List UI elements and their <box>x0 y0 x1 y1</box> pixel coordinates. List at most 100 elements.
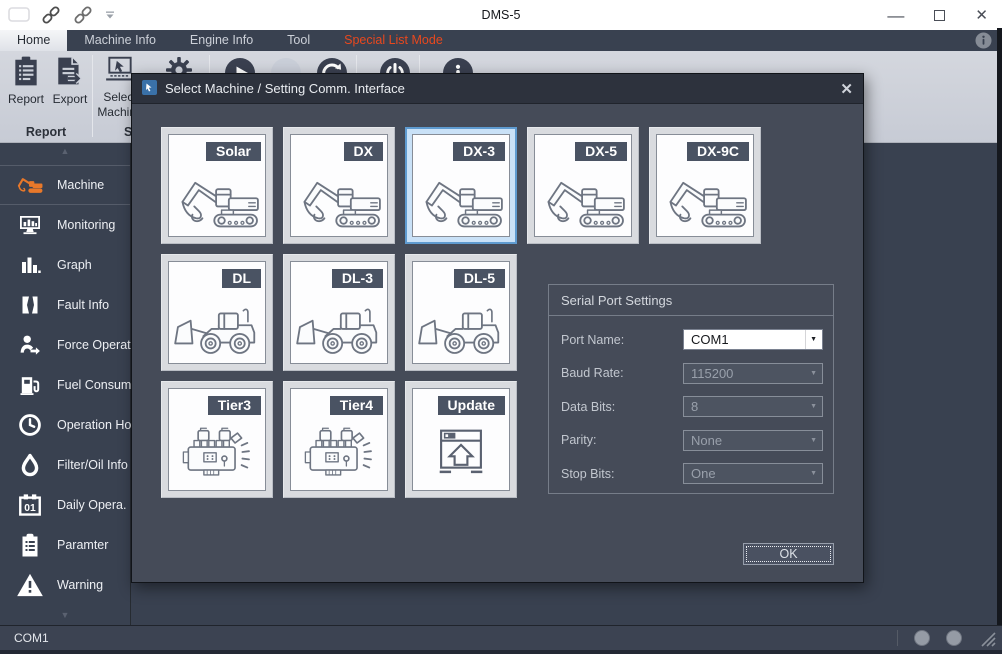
status-port-label: COM1 <box>14 631 49 645</box>
tab-machine-info[interactable]: Machine Info <box>67 30 173 51</box>
combo-value: None <box>691 433 722 448</box>
machine-tile-dl-5[interactable]: DL-5 <box>405 254 517 371</box>
tile-frame: Tier3 <box>168 388 266 491</box>
machine-tile-update[interactable]: Update <box>405 381 517 498</box>
dialog-title-bar[interactable]: Select Machine / Setting Comm. Interface… <box>132 74 863 104</box>
machine-tile-tier3[interactable]: Tier3 <box>161 381 273 498</box>
close-button[interactable]: ✕ <box>975 8 988 23</box>
fault-icon <box>13 293 47 317</box>
sidebar-item-label: Filter/Oil Info <box>57 458 128 472</box>
serial-fields: Port Name:COM1▼Baud Rate:115200▼Data Bit… <box>549 316 833 491</box>
svg-text:01: 01 <box>24 503 36 514</box>
machine-tile-dx[interactable]: DX <box>283 127 395 244</box>
sidebar-item-filter-oil-info[interactable]: Filter/Oil Info <box>0 445 130 485</box>
machine-tile-dx-9c[interactable]: DX-9C <box>649 127 761 244</box>
tile-frame: DX <box>290 134 388 237</box>
machine-tile-dx-5[interactable]: DX-5 <box>527 127 639 244</box>
monitoring-icon <box>13 213 47 237</box>
tile-frame: DL-3 <box>290 261 388 364</box>
export-button[interactable]: Export <box>48 55 92 105</box>
machine-tile-dl[interactable]: DL <box>161 254 273 371</box>
sidebar-scroll-down[interactable]: ▼ <box>0 607 130 623</box>
excavator-icon <box>171 171 263 231</box>
tile-frame: Tier4 <box>290 388 388 491</box>
sidebar-item-paramter[interactable]: Paramter <box>0 525 130 565</box>
parameter-icon <box>13 532 47 558</box>
maximize-button[interactable] <box>934 10 945 21</box>
tile-badge: DX-5 <box>575 142 627 161</box>
link-icon[interactable] <box>72 6 94 24</box>
force-operation-icon <box>13 333 47 357</box>
minimize-button[interactable]: — <box>887 7 904 24</box>
ribbon-tab-bar: HomeMachine InfoEngine InfoToolSpecial L… <box>0 30 997 51</box>
sidebar-item-fuel-consump[interactable]: Fuel Consump <box>0 365 130 405</box>
tile-frame: Update <box>412 388 510 491</box>
graph-icon <box>13 253 47 277</box>
tile-badge: DL-3 <box>332 269 383 288</box>
tab-engine-info[interactable]: Engine Info <box>173 30 270 51</box>
tile-frame: DX-3 <box>412 134 510 237</box>
sidebar-item-force-operatio[interactable]: Force Operatio <box>0 325 130 365</box>
field-label: Parity: <box>561 433 683 447</box>
tile-badge: DL-5 <box>454 269 505 288</box>
tab-tool[interactable]: Tool <box>270 30 327 51</box>
status-indicators <box>897 629 996 647</box>
combo-value: One <box>691 466 716 481</box>
machine-tile-tier4[interactable]: Tier4 <box>283 381 395 498</box>
report-button-label: Report <box>8 93 44 105</box>
sidebar-item-label: Fault Info <box>57 298 109 312</box>
report-button[interactable]: Report <box>4 55 48 105</box>
machine-tile-solar[interactable]: Solar <box>161 127 273 244</box>
tile-badge: Tier3 <box>208 396 261 415</box>
link-icon[interactable] <box>40 6 62 24</box>
customize-quick-access-icon[interactable] <box>104 9 116 21</box>
serial-field-row: Baud Rate:115200▼ <box>549 357 833 391</box>
status-separator <box>897 630 898 646</box>
parity-select: None ▼ <box>683 430 823 451</box>
tab-home[interactable]: Home <box>0 30 67 51</box>
sidebar-item-operation-hou[interactable]: Operation Hou <box>0 405 130 445</box>
dialog-close-icon[interactable]: ✕ <box>840 80 853 98</box>
filter-oil-icon <box>13 452 47 478</box>
tile-frame: Solar <box>168 134 266 237</box>
serial-field-row: Parity: None ▼ <box>549 424 833 458</box>
tab-special-list-mode[interactable]: Special List Mode <box>327 30 460 51</box>
tile-badge: Solar <box>206 142 261 161</box>
window-title: DMS-5 <box>0 8 1002 22</box>
sidebar-item-monitoring[interactable]: Monitoring <box>0 205 130 245</box>
sidebar-item-fault-info[interactable]: Fault Info <box>0 285 130 325</box>
engine-icon <box>298 424 380 480</box>
combo-value: 8 <box>691 399 698 414</box>
serial-field-row: Port Name:COM1▼ <box>549 323 833 357</box>
sidebar-item-label: Fuel Consump <box>57 378 138 392</box>
resize-grip[interactable] <box>978 629 996 647</box>
machine-tile-dx-3[interactable]: DX-3 <box>405 127 517 244</box>
tile-badge: DX <box>344 142 383 161</box>
chevron-down-icon: ▼ <box>806 431 822 450</box>
tile-badge: DL <box>222 269 261 288</box>
engine-icon <box>176 424 258 480</box>
combo-value: 115200 <box>691 366 733 381</box>
sidebar-item-graph[interactable]: Graph <box>0 245 130 285</box>
sidebar-item-machine[interactable]: Machine <box>0 165 130 205</box>
ok-button[interactable]: OK <box>743 543 834 565</box>
loader-icon <box>171 298 263 358</box>
sidebar-item-warning[interactable]: Warning <box>0 565 130 605</box>
serial-port-settings-panel: Serial Port Settings Port Name:COM1▼Baud… <box>548 284 834 494</box>
info-icon[interactable] <box>975 32 992 49</box>
excavator-icon <box>293 171 385 231</box>
sidebar-item-label: Operation Hou <box>57 418 138 432</box>
app-logo-icon <box>8 7 30 23</box>
port-name-select[interactable]: COM1▼ <box>683 329 823 350</box>
select-machine-dialog: Select Machine / Setting Comm. Interface… <box>131 73 864 583</box>
sidebar-item-label: Force Operatio <box>57 338 140 352</box>
sidebar-item-label: Warning <box>57 578 103 592</box>
serial-panel-title: Serial Port Settings <box>549 285 833 316</box>
baud-rate-select: 115200▼ <box>683 363 823 384</box>
sidebar-scroll-up[interactable]: ▲ <box>0 143 130 159</box>
window-edge <box>997 28 1002 625</box>
fuel-icon <box>13 373 47 397</box>
machine-tile-dl-3[interactable]: DL-3 <box>283 254 395 371</box>
sidebar-item-daily-opera-i[interactable]: 01Daily Opera. I <box>0 485 130 525</box>
window-controls: — ✕ <box>887 0 988 30</box>
